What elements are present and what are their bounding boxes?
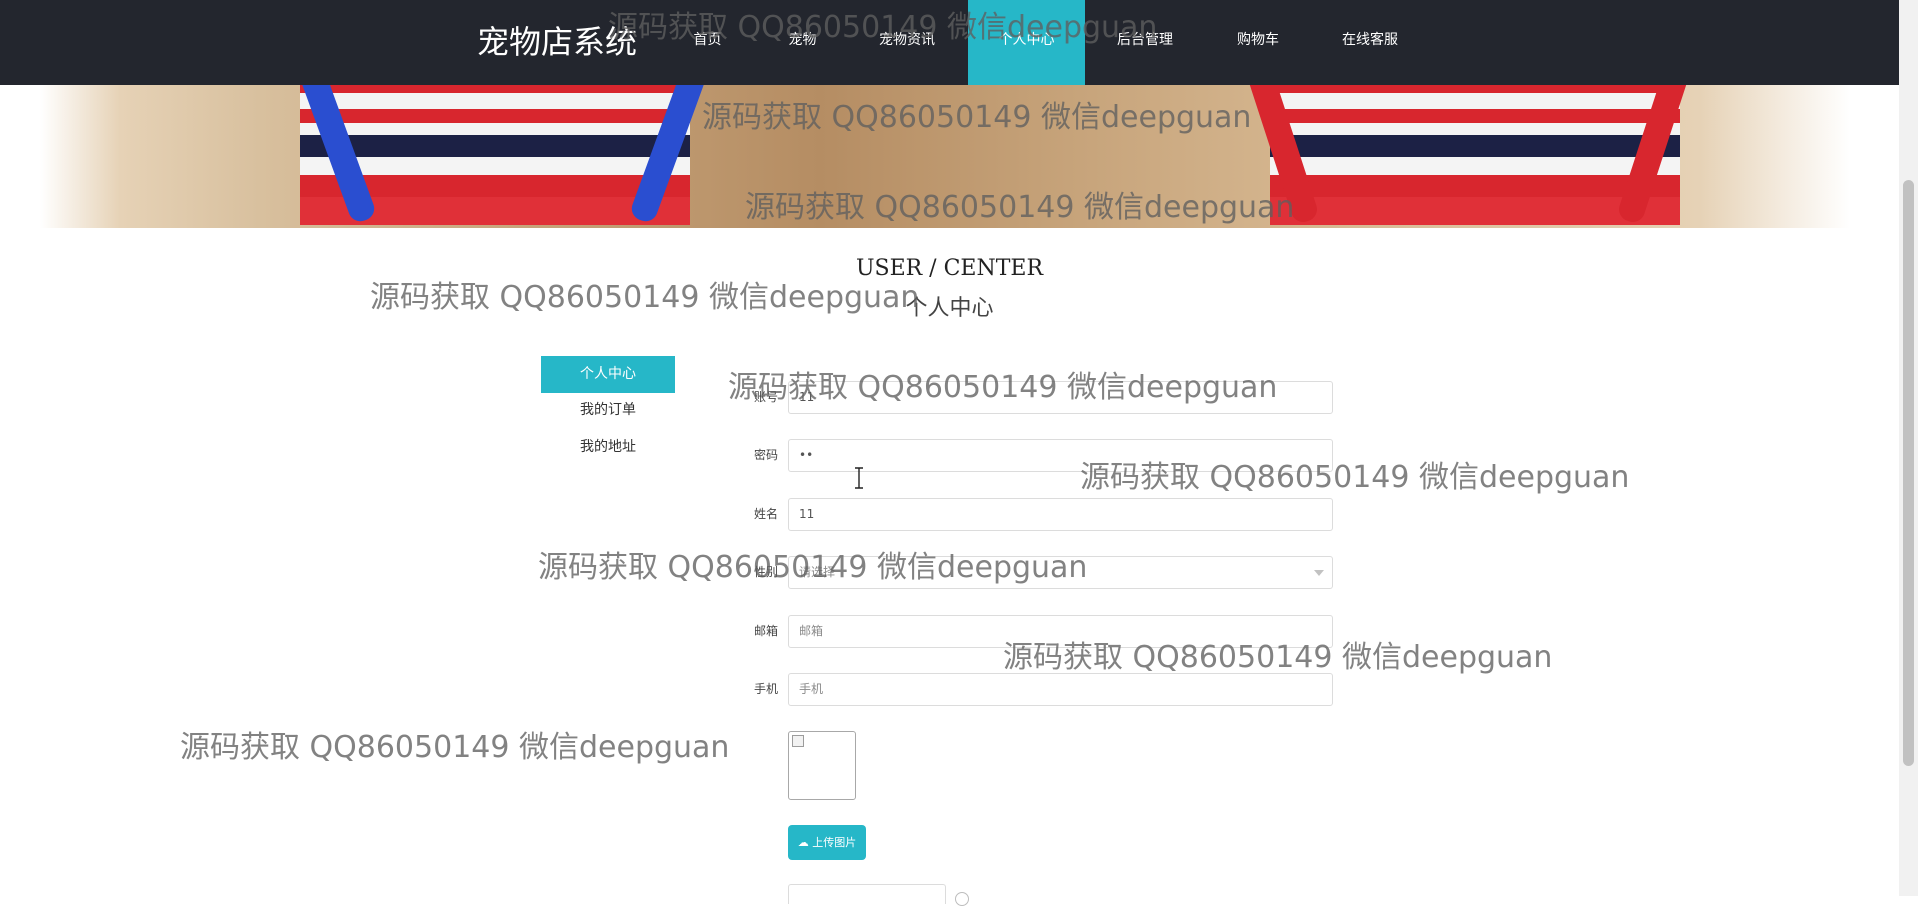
scrollbar-thumb[interactable] (1903, 180, 1914, 766)
gender-label: 性别 (753, 565, 778, 579)
banner-image (0, 85, 1899, 228)
upload-image-label: 上传图片 (812, 836, 857, 849)
nav-item-user-center[interactable]: 个人中心 (968, 0, 1085, 85)
broken-image-icon (792, 735, 804, 747)
section-title-en: USER / CENTER (855, 256, 1044, 281)
nav-item-pet-news[interactable]: 宠物资讯 (872, 0, 942, 85)
name-field[interactable]: 11 (788, 498, 1333, 531)
upload-image-button[interactable]: ☁ 上传图片 (788, 825, 866, 860)
nav-item-pets[interactable]: 宠物 (780, 0, 825, 85)
gender-select-placeholder: 请选择 (799, 565, 836, 579)
gender-select[interactable]: 请选择 (788, 556, 1333, 589)
password-field[interactable]: •• (788, 439, 1333, 472)
account-field[interactable]: 11 (788, 381, 1333, 414)
nav-item-home[interactable]: 首页 (680, 0, 735, 85)
sidebar-item-my-address[interactable]: 我的地址 (541, 429, 675, 466)
nav-item-cart[interactable]: 购物车 (1232, 0, 1284, 85)
site-logo-title[interactable]: 宠物店系统 (477, 20, 637, 64)
phone-field[interactable]: 手机 (788, 673, 1333, 706)
avatar-preview (788, 731, 856, 800)
sidebar-item-user-center[interactable]: 个人中心 (541, 356, 675, 393)
name-label: 姓名 (753, 507, 778, 521)
partial-input-field[interactable] (788, 884, 946, 904)
text-cursor-icon (855, 467, 863, 489)
nav-item-admin[interactable]: 后台管理 (1115, 0, 1175, 85)
password-label: 密码 (753, 448, 778, 462)
nav-item-customer-service[interactable]: 在线客服 (1340, 0, 1400, 85)
email-label: 邮箱 (753, 624, 778, 638)
top-navbar: 宠物店系统 首页 宠物 宠物资讯 个人中心 后台管理 购物车 在线客服 (0, 0, 1899, 85)
account-label: 账号 (753, 390, 778, 404)
sidebar-item-my-orders[interactable]: 我的订单 (541, 392, 675, 429)
page-scrollbar[interactable] (1899, 0, 1918, 896)
watermark-text: 源码获取 QQ86050149 微信deepguan (180, 730, 730, 765)
radio-button[interactable] (955, 892, 969, 906)
cloud-upload-icon: ☁ (797, 836, 809, 849)
chevron-down-icon (1314, 570, 1324, 576)
banner-stripes-right (1270, 85, 1680, 225)
section-title-cn: 个人中心 (905, 296, 994, 321)
phone-label: 手机 (753, 682, 778, 696)
email-field[interactable]: 邮箱 (788, 615, 1333, 648)
